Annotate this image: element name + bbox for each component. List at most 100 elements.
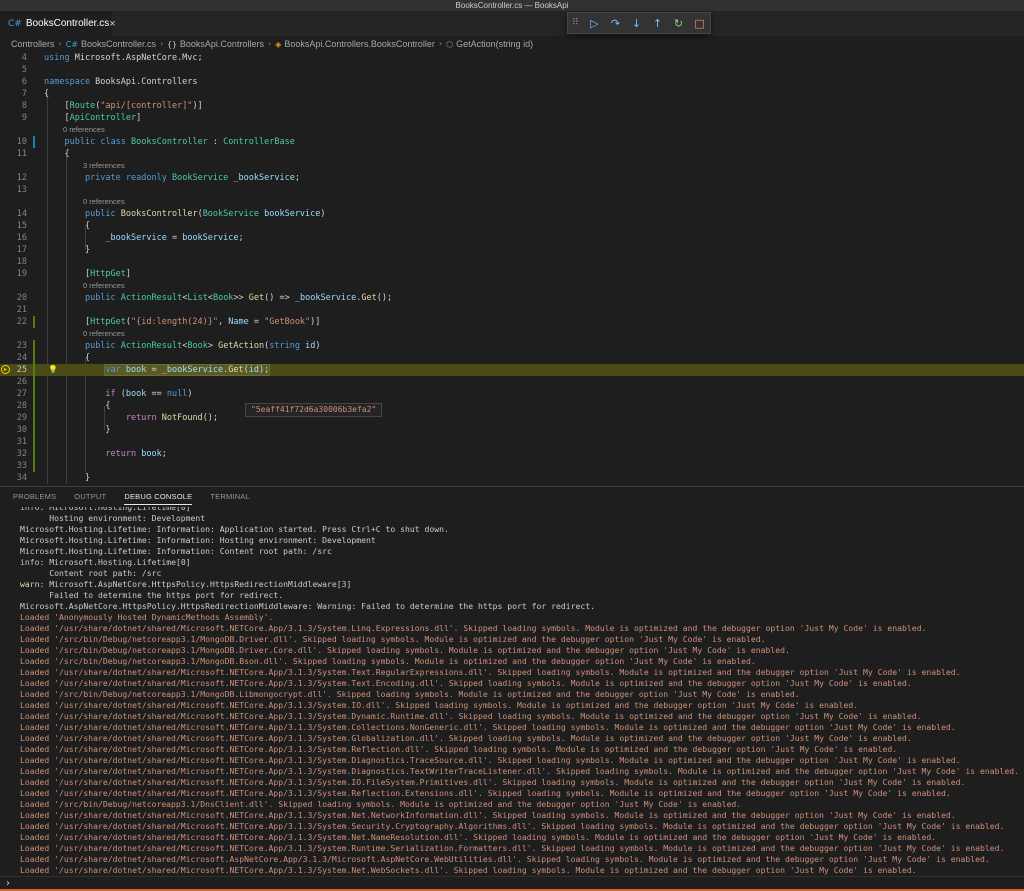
code-line[interactable]: 12 private readonly BookService _bookSer… (0, 172, 1024, 184)
codelens-references[interactable]: 0 references (0, 124, 1024, 136)
debug-console-output[interactable]: info: Microsoft.Hosting.Lifetime[0] Host… (0, 507, 1024, 876)
continue-icon[interactable]: ▷ (584, 13, 605, 33)
git-change-indicator (33, 352, 35, 364)
breadcrumb-item[interactable]: C# BooksController.cs (66, 36, 156, 52)
console-text: Loaded '/src/bin/Debug/netcoreapp3.1/Mon… (20, 656, 756, 666)
line-number: 7 (21, 89, 27, 99)
code-line[interactable]: 22 [HttpGet("{id:length(24)}", Name = "G… (0, 316, 1024, 328)
console-line: Microsoft.AspNetCore.HttpsPolicy.HttpsRe… (20, 601, 595, 612)
code-line[interactable]: 7{ (0, 88, 1024, 100)
bottom-panel: PROBLEMS OUTPUT DEBUG CONSOLE TERMINAL info… (0, 486, 1024, 891)
code-line[interactable]: 15 { (0, 220, 1024, 232)
code-line[interactable]: 4 using Microsoft.AspNetCore.Mvc; (0, 52, 1024, 64)
code-line[interactable]: 19 [HttpGet] (0, 268, 1024, 280)
codelens-references[interactable]: 3 references (0, 160, 1024, 172)
console-line: Loaded '/usr/share/dotnet/shared/Microso… (20, 854, 990, 865)
code-line[interactable]: 23 public ActionResult<Book> GetAction(s… (0, 340, 1024, 352)
line-number: 21 (16, 305, 27, 315)
code-text: private readonly BookService _bookServic… (84, 173, 300, 183)
code-text: if (book == null) (105, 389, 193, 399)
line-number: 9 (21, 113, 27, 123)
console-text: Loaded '/usr/share/dotnet/shared/Microso… (20, 678, 912, 688)
code-line[interactable]: 21 (0, 304, 1024, 316)
code-line[interactable]: 30 } (0, 424, 1024, 436)
code-text: return NotFound(); (125, 413, 219, 423)
git-change-indicator (33, 388, 35, 400)
code-editor[interactable]: 4 using Microsoft.AspNetCore.Mvc; 5 6 namesp… (0, 52, 1024, 486)
breadcrumb-item[interactable]: {} BooksApi.Controllers (167, 36, 264, 52)
code-line[interactable]: 14 public BooksController(BookService bo… (0, 208, 1024, 220)
code-line[interactable]: 33 (0, 460, 1024, 472)
step-over-icon[interactable]: ↷ (605, 13, 626, 33)
code-line[interactable]: 6 namespace BooksApi.Controllers (0, 76, 1024, 88)
restart-icon[interactable]: ↻ (668, 13, 689, 33)
breadcrumb-label: Controllers (11, 39, 55, 49)
git-change-indicator (33, 364, 35, 376)
line-number: 23 (16, 341, 27, 351)
console-line: Loaded '/usr/share/dotnet/shared/Microso… (20, 678, 912, 689)
code-line[interactable]: 18 (0, 256, 1024, 268)
code-line[interactable]: 32 return book; (0, 448, 1024, 460)
step-into-icon[interactable]: ↓ (626, 13, 647, 33)
console-line: Loaded '/usr/share/dotnet/shared/Microso… (20, 722, 956, 733)
close-icon[interactable]: × (109, 18, 121, 30)
line-number: 27 (16, 389, 27, 399)
console-line: Loaded '/usr/share/dotnet/shared/Microso… (20, 733, 912, 744)
code-line[interactable]: 8 [Route("api/[controller]")] (0, 100, 1024, 112)
console-line: Content root path: /src (20, 568, 161, 579)
code-line[interactable]: 9 [ApiController] (0, 112, 1024, 124)
console-line: Loaded '/usr/share/dotnet/shared/Microso… (20, 711, 921, 722)
code-line[interactable]: 34 } (0, 472, 1024, 484)
current-execution-line[interactable]: 25 ▸ 💡 var book = _bookService.Get(id); (0, 364, 1024, 376)
code-line[interactable]: 5 (0, 64, 1024, 76)
step-out-icon[interactable]: ↑ (647, 13, 668, 33)
line-number: 30 (16, 425, 27, 435)
breadcrumb-item[interactable]: ◈ BooksApi.Controllers.BooksController (275, 36, 435, 52)
code-line[interactable]: 24 { (0, 352, 1024, 364)
codelens-references[interactable]: 0 references (0, 196, 1024, 208)
window-title: BooksController.cs — BooksApi (455, 1, 569, 10)
code-line[interactable]: 28 { (0, 400, 1024, 412)
breadcrumb-label: BooksApi.Controllers (179, 39, 264, 49)
console-line: Loaded '/src/bin/Debug/netcoreapp3.1/Dns… (20, 799, 741, 810)
breakpoint-current-icon[interactable]: ▸ (1, 365, 10, 374)
code-line[interactable]: 26 (0, 376, 1024, 388)
code-line[interactable]: 29 return NotFound(); (0, 412, 1024, 424)
code-line[interactable]: 11 { (0, 148, 1024, 160)
console-text: Microsoft.Hosting.Lifetime: Information:… (20, 535, 376, 545)
tab-output[interactable]: OUTPUT (74, 487, 106, 507)
code-line[interactable]: 13 (0, 184, 1024, 196)
line-number: 13 (16, 185, 27, 195)
breadcrumb-item[interactable]: Controllers (11, 36, 55, 52)
console-text: Loaded '/usr/share/dotnet/shared/Microso… (20, 832, 937, 842)
breadcrumb-item[interactable]: ⬡ GetAction(string id) (446, 36, 533, 52)
csharp-file-icon: C# (8, 18, 22, 29)
tab-problems[interactable]: PROBLEMS (13, 487, 56, 507)
code-line[interactable]: 31 (0, 436, 1024, 448)
log-level-tag: warn (20, 579, 40, 589)
drag-handle-icon[interactable]: ⠿ (572, 18, 584, 28)
line-number: 8 (21, 101, 27, 111)
git-change-indicator (33, 316, 35, 328)
line-number: 33 (16, 461, 27, 471)
tab-terminal[interactable]: TERMINAL (210, 487, 250, 507)
code-line[interactable]: 10 public class BooksController : Contro… (0, 136, 1024, 148)
code-line[interactable]: 20 public ActionResult<List<Book>> Get()… (0, 292, 1024, 304)
editor-tab-bookscontroller[interactable]: C# BooksController.cs × (0, 11, 116, 36)
console-text: Loaded '/usr/share/dotnet/shared/Microso… (20, 744, 898, 754)
code-line[interactable]: 16 _bookService = bookService; (0, 232, 1024, 244)
console-text: : Microsoft.AspNetCore.HttpsPolicy.Https… (39, 579, 352, 589)
code-line[interactable]: 27 if (book == null) (0, 388, 1024, 400)
console-text: Microsoft.Hosting.Lifetime: Information:… (20, 546, 332, 556)
code-line[interactable]: 17 } (0, 244, 1024, 256)
console-text: Loaded '/src/bin/Debug/netcoreapp3.1/Dns… (20, 799, 742, 809)
codelens-label: 0 references (83, 197, 125, 206)
codelens-references[interactable]: 0 references (0, 328, 1024, 340)
stop-icon[interactable]: □ (689, 13, 710, 33)
breadcrumb-label: GetAction(string id) (456, 39, 534, 49)
tab-debug-console[interactable]: DEBUG CONSOLE (124, 487, 193, 507)
code-text: { (44, 221, 91, 231)
console-text: Loaded '/usr/share/dotnet/shared/Microso… (20, 865, 917, 875)
codelens-references[interactable]: 0 references (0, 280, 1024, 292)
code-text: [HttpGet("{id:length(24)}", Name = "GetB… (44, 317, 321, 327)
